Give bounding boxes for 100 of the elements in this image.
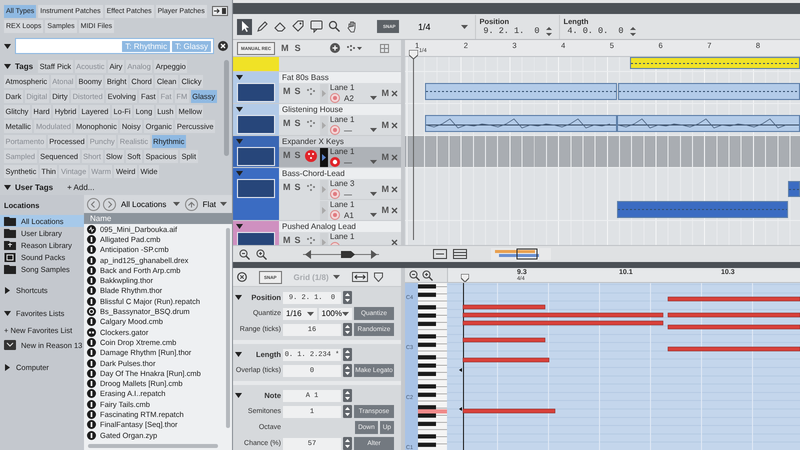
lane-handle-icon[interactable]: [320, 116, 328, 134]
caret-icon[interactable]: [370, 160, 377, 164]
mute-button[interactable]: M: [283, 182, 290, 192]
midi-clip[interactable]: [618, 83, 800, 100]
close-icon[interactable]: [391, 122, 398, 128]
expand-icon[interactable]: [4, 287, 11, 294]
solo-button[interactable]: S: [294, 118, 301, 128]
zoom-in-icon[interactable]: [422, 270, 433, 280]
midi-clip[interactable]: [788, 181, 800, 197]
caret-icon[interactable]: [220, 202, 227, 206]
grid-icon[interactable]: [380, 44, 389, 52]
track-color-block[interactable]: [233, 104, 279, 135]
record-enable-icon[interactable]: [304, 86, 317, 98]
track-name[interactable]: Glistening House: [279, 104, 401, 115]
solo-button[interactable]: S: [294, 182, 301, 192]
mute-all-button[interactable]: M: [281, 43, 289, 53]
track-header[interactable]: Glistening House M S Lane 1 — M: [233, 104, 401, 136]
audio-clip[interactable]: [425, 115, 617, 132]
close-icon[interactable]: [391, 90, 398, 96]
spin-arrows-icon[interactable]: [546, 26, 552, 36]
dropdown[interactable]: 1/16: [283, 308, 316, 320]
lane-handle-icon[interactable]: [320, 84, 328, 102]
tool-button[interactable]: [327, 18, 342, 34]
record-icon[interactable]: [330, 157, 340, 167]
lanes-icon[interactable]: [453, 249, 467, 259]
close-icon[interactable]: [237, 272, 247, 282]
dock-panel-icon[interactable]: [212, 6, 228, 16]
track-color-block[interactable]: [233, 57, 279, 71]
stepper-icon[interactable]: [343, 291, 352, 304]
mute-button[interactable]: M: [382, 205, 389, 215]
mute-button[interactable]: M: [283, 150, 290, 160]
stepper-icon[interactable]: [343, 348, 352, 361]
tool-button[interactable]: [237, 18, 252, 34]
lane-handle-icon[interactable]: [320, 148, 328, 166]
solo-all-button[interactable]: S: [294, 43, 301, 53]
note-selector[interactable]: —: [344, 126, 366, 134]
close-icon[interactable]: [391, 238, 398, 245]
up-icon[interactable]: [184, 198, 198, 210]
mute-button[interactable]: M: [382, 152, 389, 162]
caret-icon[interactable]: [370, 96, 377, 100]
record-enable-icon[interactable]: [304, 118, 317, 130]
add-tag-link[interactable]: + Add...: [67, 183, 94, 192]
collapse-icon[interactable]: [236, 223, 243, 230]
caret-icon[interactable]: [342, 312, 349, 316]
mute-button[interactable]: M: [382, 88, 389, 98]
caret-icon[interactable]: [172, 202, 180, 206]
stepper-icon[interactable]: [343, 405, 352, 418]
track-header[interactable]: Expander X Keys M S Lane 1 — M: [233, 136, 401, 168]
zoom-in-icon[interactable]: [256, 248, 267, 260]
scrollbar[interactable]: [226, 228, 230, 428]
collapse-icon[interactable]: [4, 310, 11, 317]
mute-button[interactable]: M: [283, 86, 290, 96]
solo-button[interactable]: S: [294, 235, 301, 245]
record-enable-icon[interactable]: [304, 235, 317, 245]
collapse-icon[interactable]: [4, 184, 11, 191]
midi-clip[interactable]: [425, 83, 617, 100]
fit-icon[interactable]: [433, 249, 447, 259]
slider-arrows-icon[interactable]: [301, 248, 381, 260]
track-name[interactable]: Fat 80s Bass: [279, 72, 401, 83]
playhead[interactable]: [409, 50, 418, 240]
note-selector[interactable]: —: [344, 190, 366, 198]
record-enable-icon[interactable]: [304, 182, 317, 194]
lane-handle-icon[interactable]: [320, 180, 328, 198]
filter-icon[interactable]: [4, 42, 11, 50]
collapse-icon[interactable]: [235, 392, 242, 399]
track-header[interactable]: Fat 80s Bass M S Lane 1 A2 M: [233, 72, 401, 104]
tool-button[interactable]: [291, 18, 306, 34]
grid-dropdown[interactable]: 1/4: [418, 22, 472, 32]
dots-caret-icon[interactable]: [346, 44, 362, 52]
mute-button[interactable]: M: [283, 118, 290, 128]
note-selector[interactable]: —: [344, 158, 366, 166]
back-icon[interactable]: [87, 198, 100, 210]
overview-drawing[interactable]: [491, 248, 551, 260]
tool-button[interactable]: [309, 18, 324, 34]
caret-icon[interactable]: [460, 24, 468, 28]
track-color-block[interactable]: [233, 72, 279, 103]
note-selector[interactable]: A2: [344, 94, 366, 102]
collapse-icon[interactable]: [4, 63, 11, 70]
stepper-icon[interactable]: [343, 323, 352, 336]
expand-icon[interactable]: [4, 364, 11, 371]
caret-icon[interactable]: [370, 213, 377, 217]
solo-button[interactable]: S: [294, 86, 301, 96]
collapse-icon[interactable]: [235, 294, 242, 301]
forward-icon[interactable]: [103, 198, 116, 210]
midi-clip[interactable]: [630, 57, 800, 69]
stepper-icon[interactable]: [343, 389, 352, 402]
view-dropdown[interactable]: Flat: [200, 200, 229, 208]
scrollbar[interactable]: [88, 444, 218, 448]
mute-button[interactable]: M: [283, 235, 290, 245]
stepper-icon[interactable]: [343, 437, 352, 450]
dropdown[interactable]: 100%: [318, 308, 352, 320]
zoom-out-icon[interactable]: [239, 248, 250, 260]
collapse-icon[interactable]: [236, 74, 243, 81]
scrollbar[interactable]: [224, 60, 229, 156]
tool-button[interactable]: [255, 18, 270, 34]
caret-icon[interactable]: [370, 192, 377, 196]
audio-clip[interactable]: [617, 115, 800, 132]
mute-button[interactable]: M: [382, 120, 389, 130]
midi-clip[interactable]: [617, 201, 788, 218]
solo-button[interactable]: S: [294, 150, 301, 160]
